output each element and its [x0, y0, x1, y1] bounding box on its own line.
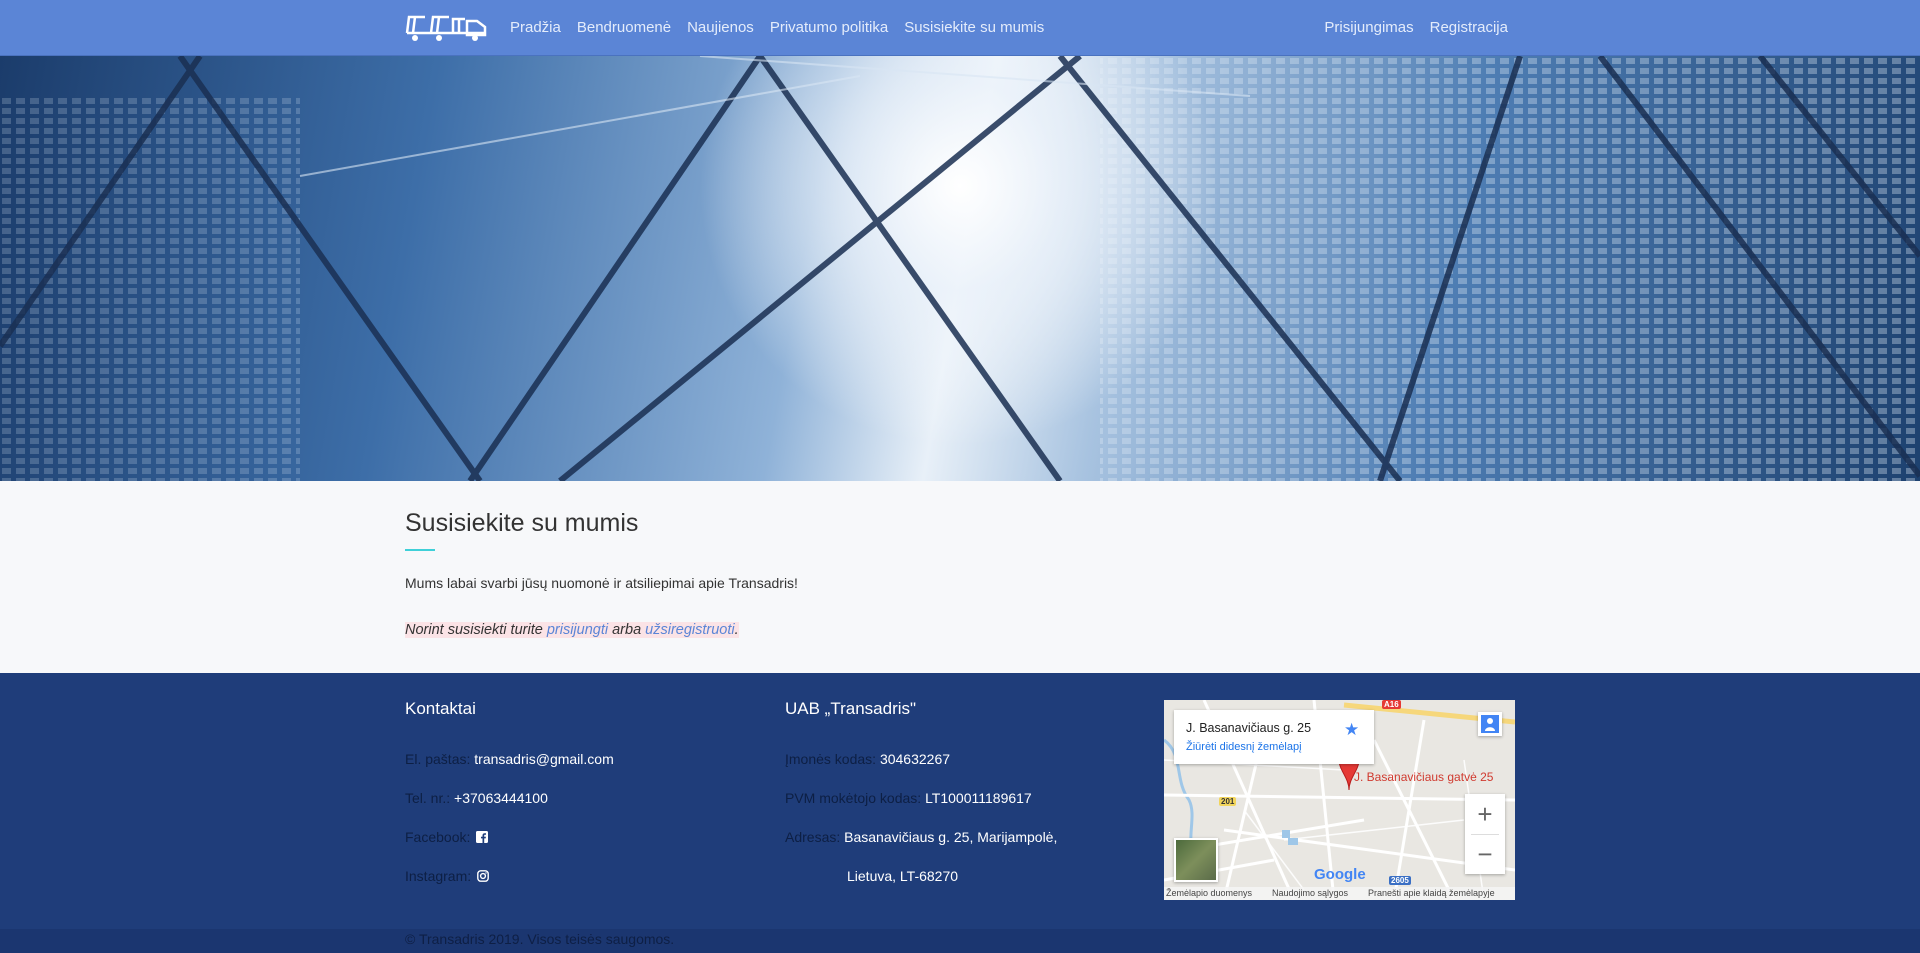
google-logo: Google — [1314, 866, 1366, 883]
instagram-row: Instagram: — [405, 868, 489, 884]
notice-mid: arba — [608, 622, 646, 638]
facebook-label: Facebook: — [405, 829, 471, 845]
map-report-link[interactable]: Pranešti apie klaidą žemėlapyje — [1368, 888, 1495, 898]
company-code-label: Įmonės kodas: — [785, 751, 877, 767]
notice-login-link[interactable]: prisijungti — [547, 622, 608, 638]
truck-logo-icon[interactable] — [405, 13, 489, 43]
phone-value[interactable]: +37063444100 — [454, 790, 548, 806]
view-larger-map-link[interactable]: Žiūrėti didesnį žemėlapį — [1186, 741, 1302, 753]
company-title: UAB „Transadris" — [785, 699, 917, 718]
nav-link-home[interactable]: Pradžia — [510, 19, 561, 36]
contacts-title: Kontaktai — [405, 699, 476, 718]
address-label: Adresas: — [785, 829, 841, 845]
road-201-badge: 201 — [1219, 797, 1237, 806]
phone-label: Tel. nr.: — [405, 790, 451, 806]
google-logo-text: Google — [1314, 866, 1366, 883]
company-code-value: 304632267 — [879, 751, 951, 767]
road-2605-badge: 2605 — [1389, 876, 1411, 885]
copyright-text: © Transadris 2019. Visos teisės saugomos… — [405, 931, 675, 947]
save-star-icon[interactable]: ★ — [1344, 720, 1359, 740]
address-line1: Basanavičiaus g. 25, Marijampolė, — [844, 829, 1058, 845]
instagram-icon[interactable] — [477, 869, 489, 882]
google-map[interactable]: A16 201 2605 J. Basanavičiaus g. 25 Žiūr… — [1164, 700, 1515, 900]
title-underline — [405, 549, 435, 551]
footer: Kontaktai El. paštas: transadris@gmail.c… — [0, 673, 1920, 929]
vat-row: PVM mokėtojo kodas: LT100011189617 — [785, 790, 1032, 806]
page-title: Susisiekite su mumis — [405, 509, 639, 537]
notice-suffix: . — [734, 622, 739, 638]
facebook-icon[interactable] — [476, 830, 489, 843]
company-code-row: Įmonės kodas: 304632267 — [785, 751, 950, 767]
map-pin-label: J. Basanavičiaus gatvė 25 — [1354, 770, 1494, 784]
email-row: El. paštas: transadris@gmail.com — [405, 751, 614, 767]
zoom-controls: + − — [1465, 794, 1505, 874]
register-link[interactable]: Registracija — [1430, 19, 1508, 36]
instagram-label: Instagram: — [405, 868, 472, 884]
zoom-out-button[interactable]: − — [1465, 834, 1505, 874]
zoom-in-button[interactable]: + — [1465, 794, 1505, 834]
map-card-address: J. Basanavičiaus g. 25 — [1186, 721, 1312, 735]
email-label: El. paštas: — [405, 751, 471, 767]
map-data-link[interactable]: Žemėlapio duomenys — [1166, 888, 1252, 898]
road-a16-badge: A16 — [1382, 700, 1401, 709]
contact-section: Susisiekite su mumis Mums labai svarbi j… — [405, 481, 1515, 673]
facebook-row: Facebook: — [405, 829, 489, 845]
map-attribution: Žemėlapio duomenys Naudojimo sąlygos Pra… — [1164, 887, 1515, 900]
nav-link-news[interactable]: Naujienos — [687, 19, 754, 36]
vat-label: PVM mokėtojo kodas: — [785, 790, 922, 806]
auth-nav: Prisijungimas Registracija — [1308, 0, 1508, 55]
address-line2-row: Lietuva, LT-68270 — [847, 868, 958, 884]
nav-link-community[interactable]: Bendruomenė — [577, 19, 671, 36]
phone-row: Tel. nr.: +37063444100 — [405, 790, 548, 806]
map-terms-link[interactable]: Naudojimo sąlygos — [1272, 888, 1348, 898]
hero-banner — [0, 56, 1920, 481]
address-row: Adresas: Basanavičiaus g. 25, Marijampol… — [785, 829, 1057, 845]
footer-bottom-bar: © Transadris 2019. Visos teisės saugomos… — [0, 929, 1920, 953]
email-value[interactable]: transadris@gmail.com — [474, 751, 613, 767]
notice-register-link[interactable]: užsiregistruoti — [645, 622, 734, 638]
map-info-card: J. Basanavičiaus g. 25 Žiūrėti didesnį ž… — [1174, 710, 1374, 764]
intro-text: Mums labai svarbi jūsų nuomonė ir atsili… — [405, 575, 798, 591]
nav-link-contact[interactable]: Susisiekite su mumis — [904, 19, 1044, 36]
address-line2: Lietuva, LT-68270 — [847, 868, 959, 884]
main-nav: Pradžia Bendruomenė Naujienos Privatumo … — [510, 0, 1060, 55]
street-view-pegman-icon[interactable] — [1478, 712, 1502, 736]
nav-link-privacy[interactable]: Privatumo politika — [770, 19, 888, 36]
vat-value: LT100011189617 — [925, 790, 1032, 806]
login-notice: Norint susisiekti turite prisijungti arb… — [405, 622, 739, 638]
notice-prefix: Norint susisiekti turite — [405, 622, 547, 638]
login-link[interactable]: Prisijungimas — [1324, 19, 1413, 36]
satellite-toggle-button[interactable] — [1174, 838, 1218, 882]
navbar: Pradžia Bendruomenė Naujienos Privatumo … — [0, 0, 1920, 56]
